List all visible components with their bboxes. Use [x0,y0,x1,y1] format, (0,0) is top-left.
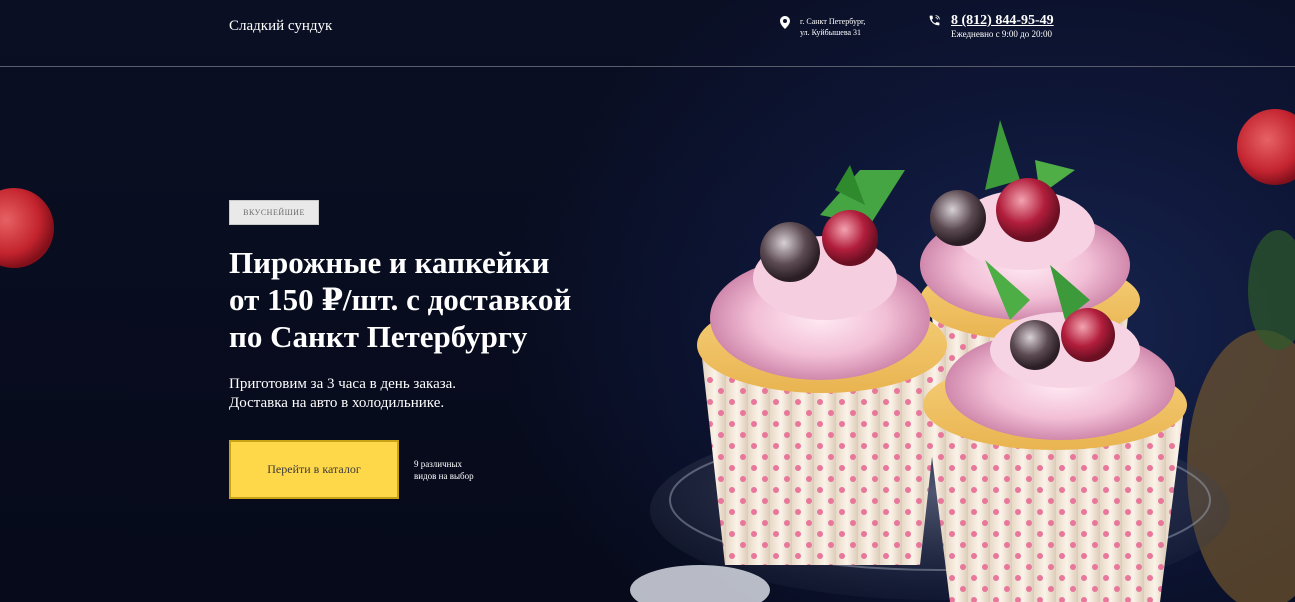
phone-link[interactable]: 8 (812) 844-95-49 [951,13,1054,29]
address-line-city: г. Санкт Петербург, [800,17,866,26]
hero-title-line-1: Пирожные и капкейки [229,245,550,280]
hero-title-line-2: от 150 ₽/шт. с доставкой [229,282,572,317]
site-logo[interactable]: Сладкий сундук [229,18,332,35]
working-hours: Ежедневно с 9:00 до 20:00 [951,29,1053,39]
hero-subtitle: Приготовим за 3 часа в день заказа. Дост… [229,375,609,413]
catalog-note-line-1: 9 различных [414,459,462,469]
hero-title: Пирожные и капкейки от 150 ₽/шт. с доста… [229,244,629,355]
catalog-button[interactable]: Перейти в каталог [229,440,399,499]
header-contacts: 8 (812) 844-95-49 Ежедневно с 9:00 до 20… [928,13,1054,40]
hero-subtitle-line-2: Доставка на авто в холодильнике. [229,395,445,411]
address-line-street: ул. Куйбышева 31 [800,28,862,37]
map-pin-icon [780,16,790,34]
header-address: г. Санкт Петербург, ул. Куйбышева 31 [780,16,865,38]
site-header: Сладкий сундук г. Санкт Петербург, ул. К… [0,0,1295,67]
hero-subtitle-line-1: Приготовим за 3 часа в день заказа. [229,376,457,392]
hero-badge: ВКУСНЕЙШИЕ [229,200,319,225]
page-background [0,0,1295,602]
catalog-note-line-2: видов на выбор [414,471,474,481]
hero-title-line-3: по Санкт Петербургу [229,319,528,354]
catalog-note: 9 различных видов на выбор [414,458,504,482]
phone-icon [928,14,941,32]
